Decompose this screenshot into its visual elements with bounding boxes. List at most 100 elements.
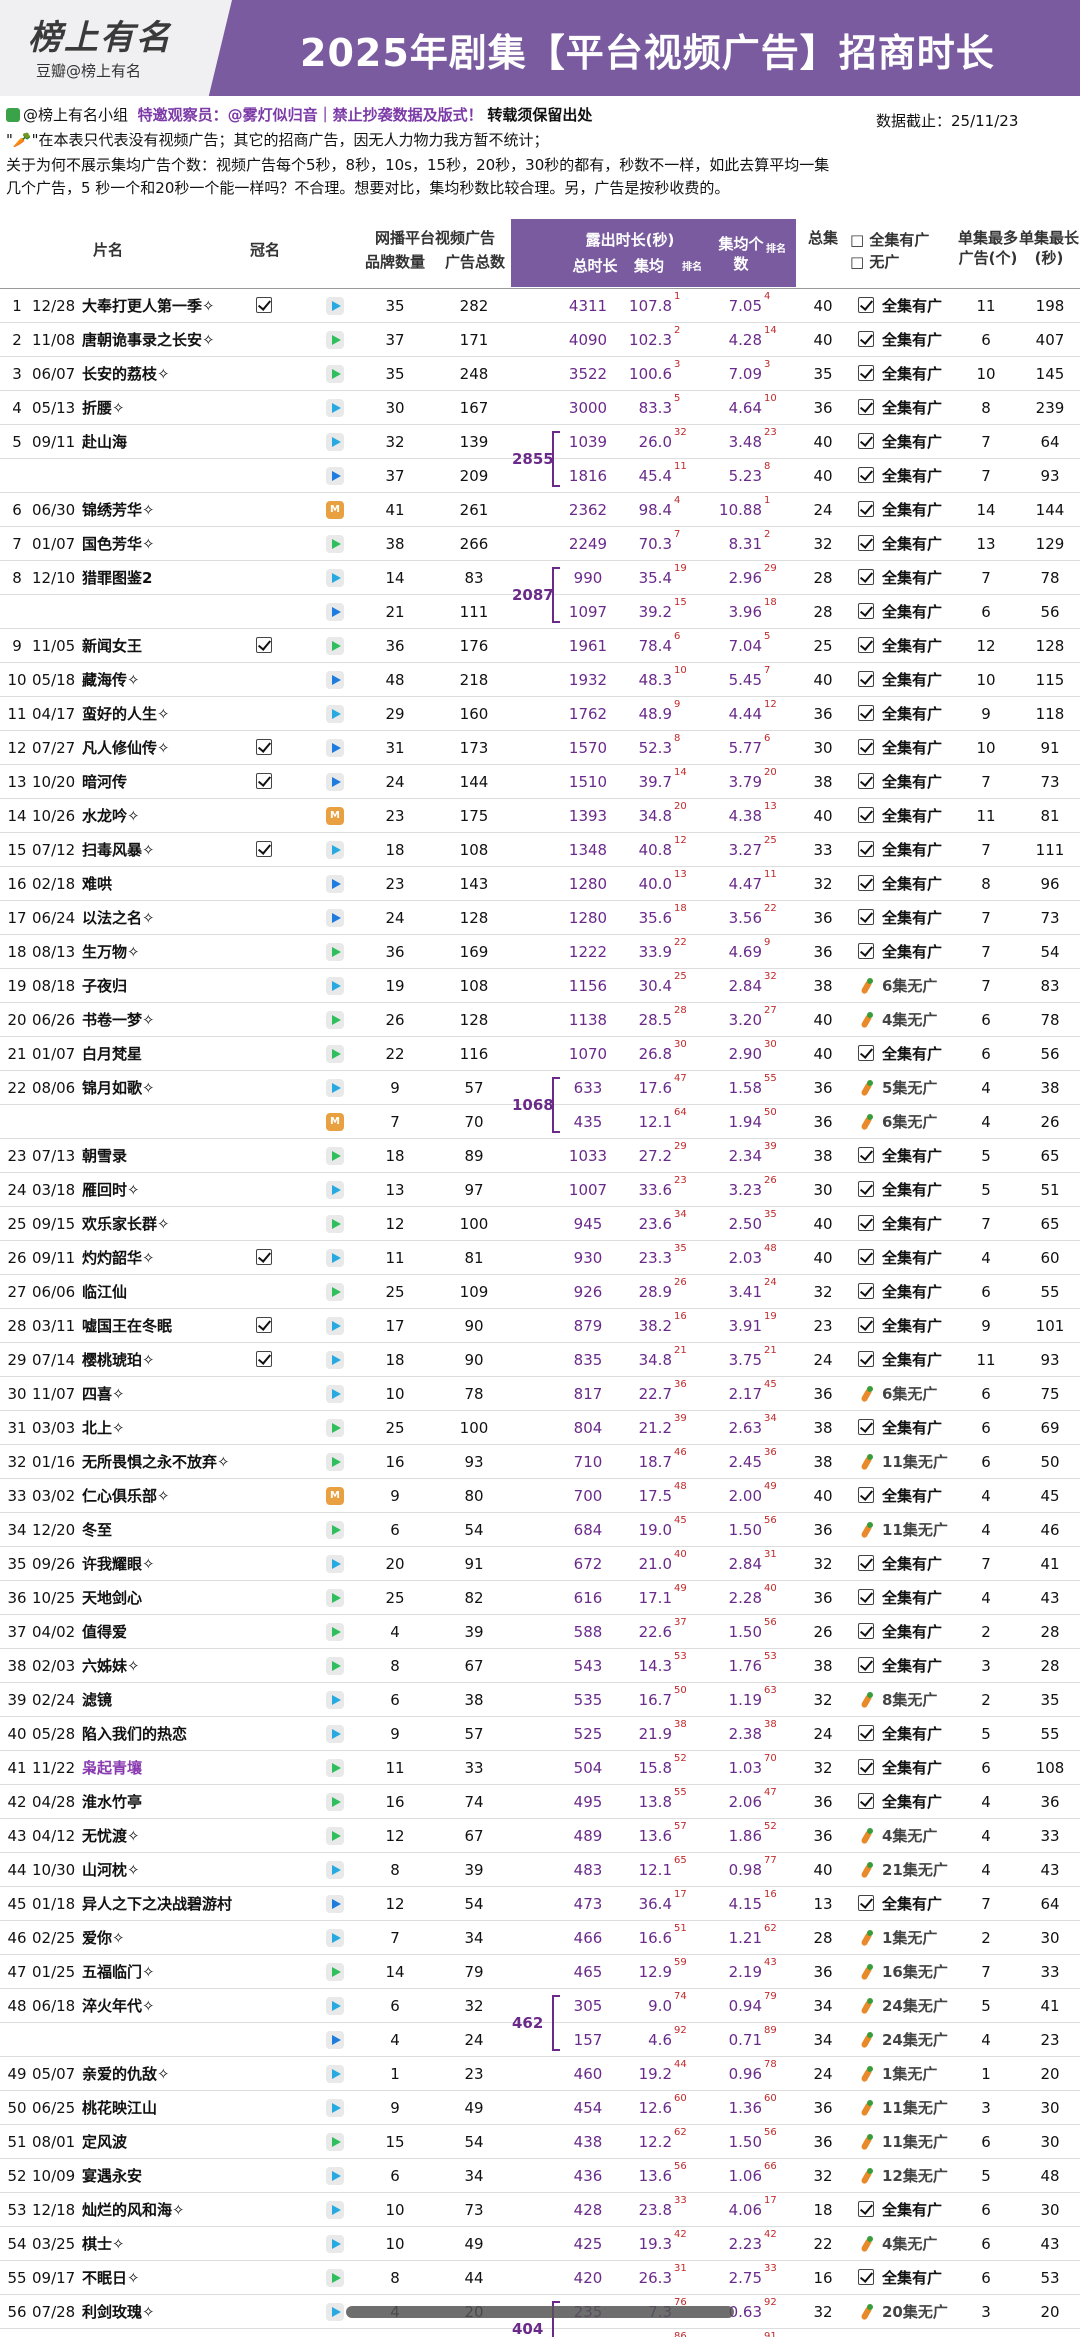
ad-status: 18集无广 — [882, 2329, 962, 2337]
crown-checkbox[interactable] — [256, 637, 272, 653]
full-ad-checkbox[interactable] — [858, 1487, 874, 1503]
full-ad-checkbox[interactable] — [858, 943, 874, 959]
avg-seconds: 12.6 — [638, 2099, 672, 2117]
avg-ad-count: 0.94 — [728, 1997, 762, 2015]
full-ad-checkbox[interactable] — [858, 1351, 874, 1367]
full-ad-checkbox[interactable] — [858, 1147, 874, 1163]
ad-count: 90 — [464, 1351, 484, 1369]
count-rank: 30 — [764, 1039, 777, 1050]
avg-ad-count: 7.04 — [728, 637, 762, 655]
full-ad-checkbox[interactable] — [858, 1555, 874, 1571]
full-ad-checkbox[interactable] — [858, 773, 874, 789]
full-ad-checkbox[interactable] — [858, 433, 874, 449]
avg-seconds: 19.0 — [638, 1521, 672, 1539]
ad-count: 266 — [459, 535, 489, 553]
episode-count: 32 — [813, 1555, 833, 1573]
full-ad-checkbox[interactable] — [858, 909, 874, 925]
ad-count: 81 — [464, 1249, 484, 1267]
crown-checkbox[interactable] — [256, 739, 272, 755]
crown-checkbox[interactable] — [256, 1317, 272, 1333]
full-ad-checkbox[interactable] — [858, 841, 874, 857]
full-ad-checkbox[interactable] — [858, 739, 874, 755]
table-row: M 7 70 435 12.1 64 1.94 50 36 6集无广 4 26 — [0, 1105, 1080, 1139]
brand-count: 9 — [390, 1725, 400, 1743]
full-ad-checkbox[interactable] — [858, 1623, 874, 1639]
total-seconds: 460 — [573, 2065, 603, 2083]
full-ad-checkbox[interactable] — [858, 467, 874, 483]
avg-rank: 92 — [674, 2025, 687, 2036]
full-ad-checkbox[interactable] — [858, 1249, 874, 1265]
full-ad-checkbox[interactable] — [858, 535, 874, 551]
full-ad-checkbox[interactable] — [858, 1793, 874, 1809]
full-ad-checkbox[interactable] — [858, 1283, 874, 1299]
crown-checkbox[interactable] — [256, 1351, 272, 1367]
full-ad-checkbox[interactable] — [858, 1215, 874, 1231]
full-ad-checkbox[interactable] — [858, 705, 874, 721]
full-ad-checkbox[interactable] — [858, 1725, 874, 1741]
brand-count: 4 — [390, 1623, 400, 1641]
max-ads-per-episode: 4 — [981, 1249, 991, 1267]
platform-icon — [326, 1079, 344, 1097]
full-ad-checkbox[interactable] — [858, 1045, 874, 1061]
count-rank: 53 — [764, 1651, 777, 1662]
full-ad-checkbox[interactable] — [858, 807, 874, 823]
crown-checkbox[interactable] — [256, 297, 272, 313]
total-seconds: 3522 — [568, 365, 608, 383]
avg-rank: 57 — [674, 1821, 687, 1832]
crown-checkbox[interactable] — [256, 841, 272, 857]
carrot-icon — [860, 1964, 874, 1980]
table-row: 4 22 169 5.386 0.6991 32 18集无广3 21 — [0, 2329, 1080, 2337]
full-ad-checkbox[interactable] — [858, 297, 874, 313]
avg-rank: 1 — [674, 291, 681, 302]
brand-count: 37 — [385, 467, 405, 485]
full-ad-checkbox[interactable] — [858, 1895, 874, 1911]
full-ad-checkbox[interactable] — [858, 637, 874, 653]
total-seconds: 804 — [573, 1419, 603, 1437]
avg-seconds: 26.3 — [638, 2269, 672, 2287]
total-seconds: 525 — [573, 1725, 603, 1743]
full-ad-checkbox[interactable] — [858, 1759, 874, 1775]
full-ad-checkbox[interactable] — [858, 1419, 874, 1435]
avg-ad-count: 4.15 — [728, 1895, 762, 1913]
episode-count: 38 — [813, 1147, 833, 1165]
max-ads-per-episode: 8 — [981, 875, 991, 893]
count-rank: 8 — [764, 461, 771, 472]
full-ad-checkbox[interactable] — [858, 365, 874, 381]
full-ad-checkbox[interactable] — [858, 875, 874, 891]
full-ad-checkbox[interactable] — [858, 1181, 874, 1197]
full-ad-checkbox[interactable] — [858, 569, 874, 585]
full-ad-checkbox[interactable] — [858, 1657, 874, 1673]
full-ad-checkbox[interactable] — [858, 1317, 874, 1333]
row-number: 23 — [7, 1147, 27, 1165]
release-date: 06/06 — [32, 1283, 76, 1301]
episode-count: 38 — [813, 1453, 833, 1471]
ad-count: 67 — [464, 1827, 484, 1845]
full-ad-checkbox[interactable] — [858, 2201, 874, 2217]
total-seconds: 945 — [573, 1215, 603, 1233]
scrollbar-handle[interactable] — [346, 2306, 734, 2318]
table-row: 47 01/25 五福临门✧ 14 79 465 12.9 59 2.19 43 36 16集无广 7 3… — [0, 1955, 1080, 1989]
drama-title: 灿烂的风和海✧ — [82, 2201, 185, 2219]
full-ad-checkbox[interactable] — [858, 331, 874, 347]
row-number: 37 — [7, 1623, 27, 1641]
platform-icon — [326, 1385, 344, 1403]
avg-seconds: 13.6 — [638, 2167, 672, 2185]
crown-checkbox[interactable] — [256, 1249, 272, 1265]
drama-title: 赴山海 — [82, 433, 128, 451]
copyright-label: ｜禁止抄袭数据及版式！ — [317, 106, 483, 124]
max-seconds-per-episode: 128 — [1035, 637, 1065, 655]
crown-checkbox[interactable] — [256, 773, 272, 789]
total-seconds: 588 — [573, 1623, 603, 1641]
table-row: 26 09/11 灼灼韶华✧ 11 81 930 23.3 35 2.03 48 40 全集有广 4 60 — [0, 1241, 1080, 1275]
full-ad-checkbox[interactable] — [858, 399, 874, 415]
full-ad-checkbox[interactable] — [858, 501, 874, 517]
full-ad-checkbox[interactable] — [858, 2269, 874, 2285]
full-ad-checkbox[interactable] — [858, 1589, 874, 1605]
brand-count: 8 — [390, 1861, 400, 1879]
full-ad-checkbox[interactable] — [858, 603, 874, 619]
avg-seconds: 15.8 — [638, 1759, 672, 1777]
drama-title: 书卷一梦✧ — [82, 1011, 155, 1029]
full-ad-checkbox[interactable] — [858, 671, 874, 687]
max-seconds-per-episode: 20 — [1040, 2303, 1060, 2321]
total-seconds: 1932 — [568, 671, 608, 689]
